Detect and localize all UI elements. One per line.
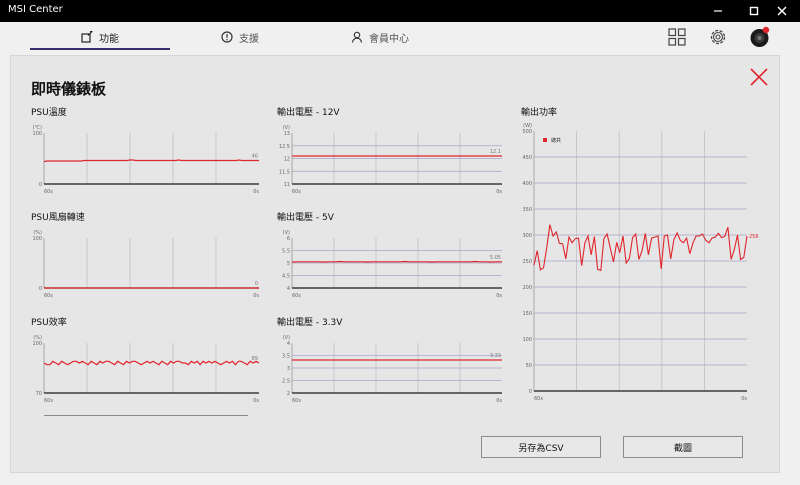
v33-ytick: 3.5 [282, 354, 290, 360]
member-icon [351, 31, 363, 43]
v12-ytick: 11.5 [279, 169, 290, 175]
user-avatar-icon[interactable] [749, 26, 771, 48]
v12-ytick: 12 [284, 157, 290, 163]
v33-ytick: 4 [287, 341, 290, 347]
power-xtick-left: 60s [534, 396, 543, 402]
power-legend-label: 總共 [551, 137, 561, 144]
v33-ytick: 2.5 [282, 379, 290, 385]
power-legend-swatch [543, 138, 547, 142]
power-ytick: 350 [522, 207, 532, 213]
v5-series-line [291, 260, 502, 263]
minimize-button[interactable] [700, 0, 736, 22]
v33-current-value: 3.33 [490, 353, 501, 359]
title-bar: MSI Center [0, 0, 800, 22]
psu-eff-series-line [43, 360, 260, 366]
psu-temp-xtick-left: 60s [44, 189, 53, 195]
psu-fan-ytick: 100 [32, 236, 42, 242]
v33-xtick-left: 60s [292, 398, 301, 404]
tab-features-label: 功能 [99, 33, 119, 45]
v5-ytick: 5 [287, 261, 290, 267]
v5-current-value: 5.05 [490, 255, 501, 261]
psu-temp-ytick: 100 [32, 131, 42, 137]
minimize-icon [714, 10, 722, 12]
psu-eff-xtick-right: 0s [253, 398, 259, 404]
power-ytick: 100 [522, 337, 532, 343]
v33-xtick-right: 0s [496, 398, 502, 404]
v12-ytick: 12.5 [279, 144, 290, 150]
v5-ytick: 6 [287, 236, 290, 242]
psu-eff-ytick: 100 [32, 341, 42, 347]
v33-ytick: 3 [287, 366, 290, 372]
psu-temp-ytick: 0 [39, 182, 42, 188]
v5-xtick-right: 0s [496, 293, 502, 299]
power-ytick: 250 [522, 259, 532, 265]
psu-eff-xtick-left: 60s [44, 398, 53, 404]
psu-fan-ytick: 0 [39, 286, 42, 292]
save-csv-button[interactable]: 另存為CSV [481, 436, 601, 458]
tab-member-center[interactable]: 會員中心 [310, 22, 450, 52]
tab-support[interactable]: 支援 [170, 22, 310, 52]
psu-temp-current-value: 46 [252, 154, 258, 160]
screenshot-button[interactable]: 截圖 [623, 436, 743, 458]
power-ytick: 500 [522, 129, 532, 135]
psu-fan-current-value: 0 [255, 281, 258, 287]
psu-fan-xtick-right: 0s [253, 293, 259, 299]
maximize-icon [749, 6, 759, 16]
nav-bar: 功能 支援 會員中心 [0, 22, 800, 52]
features-icon [81, 31, 93, 43]
psu-temp-xtick-right: 0s [253, 189, 259, 195]
v12-unit: (V) [283, 125, 290, 131]
v33-unit: (V) [283, 335, 290, 341]
v5-ytick: 4 [287, 286, 290, 292]
power-unit: (W) [523, 123, 532, 129]
psu-fan-xtick-left: 60s [44, 293, 53, 299]
v5-unit: (V) [283, 230, 290, 236]
power-ytick: 150 [522, 311, 532, 317]
v12-xtick-right: 0s [496, 189, 502, 195]
v12-xtick-left: 60s [292, 189, 301, 195]
dashboard-panel: 即時儀錶板 PSU溫度 PSU風扇轉速 PSU效率 輸出電壓 - 12V 輸出電… [10, 55, 780, 473]
tab-member-center-label: 會員中心 [369, 33, 409, 45]
close-icon [777, 6, 787, 16]
power-ytick: 400 [522, 181, 532, 187]
power-xtick-right: 0s [741, 396, 747, 402]
power-ytick: 450 [522, 155, 532, 161]
tab-features[interactable]: 功能 [30, 22, 170, 52]
v5-ytick: 4.5 [282, 274, 290, 280]
psu-eff-current-value: 89 [252, 356, 258, 362]
window-title: MSI Center [8, 4, 63, 15]
psu-fan-unit: (%) [33, 230, 42, 236]
v5-ytick: 5.5 [282, 249, 290, 255]
psu-eff-ytick: 70 [36, 391, 42, 397]
power-ytick: 50 [526, 363, 532, 369]
tab-support-label: 支援 [239, 33, 259, 45]
power-series-line [533, 224, 748, 272]
divider [44, 415, 248, 416]
psu-temp-unit: (℃) [32, 125, 42, 131]
power-ytick: 200 [522, 285, 532, 291]
power-ytick: 300 [522, 233, 532, 239]
settings-gear-icon[interactable] [708, 27, 728, 47]
chart-canvas: 1000(℃)60s 0s461000(%)60s 0s010070(%)60s 0s… [32, 123, 759, 404]
close-window-button[interactable] [764, 0, 800, 22]
v33-ytick: 2 [287, 391, 290, 397]
power-ytick: 0 [529, 389, 532, 395]
v5-xtick-left: 60s [292, 293, 301, 299]
apps-grid-icon[interactable] [667, 27, 687, 47]
v12-ytick: 11 [284, 182, 290, 188]
v12-ytick: 13 [284, 131, 290, 137]
psu-eff-unit: (%) [33, 335, 42, 341]
v12-current-value: 12.1 [490, 149, 501, 155]
support-icon [221, 31, 233, 43]
power-current-value: 256 [749, 234, 759, 240]
psu-temp-series-line [43, 159, 259, 163]
